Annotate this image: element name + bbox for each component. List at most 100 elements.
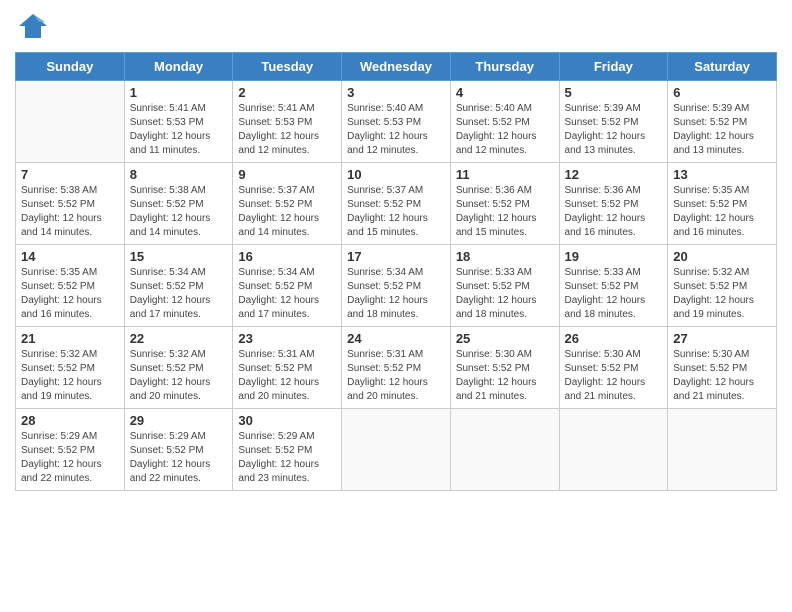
day-number: 18 [456, 249, 554, 264]
day-header-saturday: Saturday [668, 53, 777, 81]
day-number: 1 [130, 85, 228, 100]
calendar-cell: 20 Sunrise: 5:32 AM Sunset: 5:52 PM Dayli… [668, 245, 777, 327]
day-number: 9 [238, 167, 336, 182]
day-number: 14 [21, 249, 119, 264]
day-info: Sunrise: 5:36 AM Sunset: 5:52 PM Dayligh… [565, 184, 663, 240]
day-info: Sunrise: 5:29 AM Sunset: 5:52 PM Dayligh… [21, 430, 119, 486]
calendar-cell: 17 Sunrise: 5:34 AM Sunset: 5:52 PM Dayli… [342, 245, 451, 327]
day-number: 5 [565, 85, 663, 100]
day-info: Sunrise: 5:30 AM Sunset: 5:52 PM Dayligh… [456, 348, 554, 404]
calendar-cell [342, 409, 451, 491]
day-number: 19 [565, 249, 663, 264]
calendar-cell: 1 Sunrise: 5:41 AM Sunset: 5:53 PM Daylig… [124, 81, 233, 163]
calendar-cell: 13 Sunrise: 5:35 AM Sunset: 5:52 PM Dayli… [668, 163, 777, 245]
calendar-cell: 4 Sunrise: 5:40 AM Sunset: 5:52 PM Daylig… [450, 81, 559, 163]
calendar-cell: 16 Sunrise: 5:34 AM Sunset: 5:52 PM Dayli… [233, 245, 342, 327]
calendar-cell: 3Sunrise: 5:40 AM Sunset: 5:53 PM Daylig… [342, 81, 451, 163]
calendar-cell: 21 Sunrise: 5:32 AM Sunset: 5:52 PM Dayli… [16, 327, 125, 409]
day-header-sunday: Sunday [16, 53, 125, 81]
day-number: 10 [347, 167, 445, 182]
calendar-cell: 7 Sunrise: 5:38 AM Sunset: 5:52 PM Daylig… [16, 163, 125, 245]
logo-bird-icon [15, 10, 51, 46]
day-number: 25 [456, 331, 554, 346]
day-number: 2 [238, 85, 336, 100]
day-number: 16 [238, 249, 336, 264]
day-number: 26 [565, 331, 663, 346]
day-info: Sunrise: 5:29 AM Sunset: 5:52 PM Dayligh… [238, 430, 336, 486]
calendar-cell: 2 Sunrise: 5:41 AM Sunset: 5:53 PM Daylig… [233, 81, 342, 163]
day-number: 23 [238, 331, 336, 346]
day-info: Sunrise: 5:30 AM Sunset: 5:52 PM Dayligh… [565, 348, 663, 404]
day-info: Sunrise: 5:41 AM Sunset: 5:53 PM Dayligh… [238, 102, 336, 158]
day-info: Sunrise: 5:32 AM Sunset: 5:52 PM Dayligh… [130, 348, 228, 404]
calendar-cell: 27 Sunrise: 5:30 AM Sunset: 5:52 PM Dayli… [668, 327, 777, 409]
day-header-wednesday: Wednesday [342, 53, 451, 81]
calendar-cell: 12 Sunrise: 5:36 AM Sunset: 5:52 PM Dayli… [559, 163, 668, 245]
day-header-friday: Friday [559, 53, 668, 81]
calendar-cell: 26 Sunrise: 5:30 AM Sunset: 5:52 PM Dayli… [559, 327, 668, 409]
day-number: 28 [21, 413, 119, 428]
calendar-cell: 10 Sunrise: 5:37 AM Sunset: 5:52 PM Dayli… [342, 163, 451, 245]
day-info: Sunrise: 5:40 AM Sunset: 5:52 PM Dayligh… [456, 102, 554, 158]
day-number: 21 [21, 331, 119, 346]
day-info: Sunrise: 5:32 AM Sunset: 5:52 PM Dayligh… [21, 348, 119, 404]
day-header-tuesday: Tuesday [233, 53, 342, 81]
day-number: 7 [21, 167, 119, 182]
day-info: Sunrise: 5:39 AM Sunset: 5:52 PM Dayligh… [673, 102, 771, 158]
calendar-table: SundayMondayTuesdayWednesdayThursdayFrid… [15, 52, 777, 491]
day-header-thursday: Thursday [450, 53, 559, 81]
calendar-cell: 14 Sunrise: 5:35 AM Sunset: 5:52 PM Dayli… [16, 245, 125, 327]
calendar-cell: 9 Sunrise: 5:37 AM Sunset: 5:52 PM Daylig… [233, 163, 342, 245]
day-number: 24 [347, 331, 445, 346]
calendar-cell: 11 Sunrise: 5:36 AM Sunset: 5:52 PM Dayli… [450, 163, 559, 245]
day-number: 22 [130, 331, 228, 346]
calendar-cell: 8 Sunrise: 5:38 AM Sunset: 5:52 PM Daylig… [124, 163, 233, 245]
day-number: 17 [347, 249, 445, 264]
calendar-cell: 19Sunrise: 5:33 AM Sunset: 5:52 PM Dayli… [559, 245, 668, 327]
day-info: Sunrise: 5:31 AM Sunset: 5:52 PM Dayligh… [347, 348, 445, 404]
calendar-cell: 25 Sunrise: 5:30 AM Sunset: 5:52 PM Dayli… [450, 327, 559, 409]
calendar-cell [450, 409, 559, 491]
day-number: 6 [673, 85, 771, 100]
day-info: Sunrise: 5:40 AM Sunset: 5:53 PM Dayligh… [347, 102, 445, 158]
day-number: 27 [673, 331, 771, 346]
day-header-monday: Monday [124, 53, 233, 81]
day-info: Sunrise: 5:35 AM Sunset: 5:52 PM Dayligh… [673, 184, 771, 240]
calendar-cell: 24 Sunrise: 5:31 AM Sunset: 5:52 PM Dayli… [342, 327, 451, 409]
day-info: Sunrise: 5:38 AM Sunset: 5:52 PM Dayligh… [21, 184, 119, 240]
calendar-cell: 23 Sunrise: 5:31 AM Sunset: 5:52 PM Dayli… [233, 327, 342, 409]
calendar-cell [668, 409, 777, 491]
day-info: Sunrise: 5:30 AM Sunset: 5:52 PM Dayligh… [673, 348, 771, 404]
day-info: Sunrise: 5:34 AM Sunset: 5:52 PM Dayligh… [238, 266, 336, 322]
calendar-cell: 22 Sunrise: 5:32 AM Sunset: 5:52 PM Dayli… [124, 327, 233, 409]
day-info: Sunrise: 5:36 AM Sunset: 5:52 PM Dayligh… [456, 184, 554, 240]
day-info: Sunrise: 5:35 AM Sunset: 5:52 PM Dayligh… [21, 266, 119, 322]
calendar-cell: 5Sunrise: 5:39 AM Sunset: 5:52 PM Daylig… [559, 81, 668, 163]
day-info: Sunrise: 5:29 AM Sunset: 5:52 PM Dayligh… [130, 430, 228, 486]
calendar-cell: 30 Sunrise: 5:29 AM Sunset: 5:52 PM Dayli… [233, 409, 342, 491]
day-info: Sunrise: 5:41 AM Sunset: 5:53 PM Dayligh… [130, 102, 228, 158]
calendar-cell: 28 Sunrise: 5:29 AM Sunset: 5:52 PM Dayli… [16, 409, 125, 491]
day-info: Sunrise: 5:34 AM Sunset: 5:52 PM Dayligh… [130, 266, 228, 322]
calendar-cell: 29 Sunrise: 5:29 AM Sunset: 5:52 PM Dayli… [124, 409, 233, 491]
day-number: 30 [238, 413, 336, 428]
day-number: 11 [456, 167, 554, 182]
day-number: 29 [130, 413, 228, 428]
calendar-cell [16, 81, 125, 163]
day-info: Sunrise: 5:32 AM Sunset: 5:52 PM Dayligh… [673, 266, 771, 322]
day-info: Sunrise: 5:33 AM Sunset: 5:52 PM Dayligh… [456, 266, 554, 322]
day-number: 12 [565, 167, 663, 182]
day-info: Sunrise: 5:38 AM Sunset: 5:52 PM Dayligh… [130, 184, 228, 240]
day-number: 20 [673, 249, 771, 264]
day-number: 15 [130, 249, 228, 264]
day-info: Sunrise: 5:37 AM Sunset: 5:52 PM Dayligh… [238, 184, 336, 240]
day-number: 4 [456, 85, 554, 100]
day-number: 13 [673, 167, 771, 182]
header [15, 10, 777, 46]
calendar-cell [559, 409, 668, 491]
calendar-cell: 15 Sunrise: 5:34 AM Sunset: 5:52 PM Dayli… [124, 245, 233, 327]
day-number: 8 [130, 167, 228, 182]
day-info: Sunrise: 5:31 AM Sunset: 5:52 PM Dayligh… [238, 348, 336, 404]
day-info: Sunrise: 5:34 AM Sunset: 5:52 PM Dayligh… [347, 266, 445, 322]
day-info: Sunrise: 5:37 AM Sunset: 5:52 PM Dayligh… [347, 184, 445, 240]
